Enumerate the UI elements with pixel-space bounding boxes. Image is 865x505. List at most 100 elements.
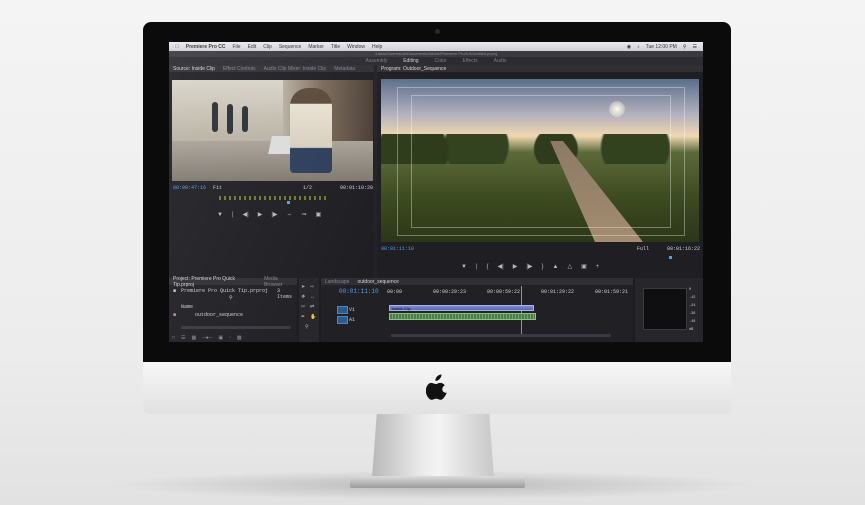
menu-window[interactable]: Window — [347, 44, 365, 50]
tab-source[interactable]: Source: Inside Clip — [173, 66, 215, 72]
lock-icon[interactable]: □ — [172, 335, 175, 341]
mark-in-icon[interactable]: ▼ — [461, 264, 467, 270]
source-resolution-select[interactable]: 1/2 — [303, 185, 312, 191]
step-forward-icon[interactable]: |▶ — [526, 263, 532, 270]
add-icon[interactable]: + — [596, 264, 600, 270]
overwrite-icon[interactable]: ⇒ — [302, 211, 307, 218]
list-view-icon[interactable]: ☰ — [181, 335, 185, 341]
rolling-edit-tool-icon[interactable]: ↔ — [310, 294, 315, 300]
export-frame-icon[interactable]: ▣ — [316, 211, 322, 218]
search-icon[interactable]: ⚲ — [229, 295, 233, 301]
source-timecode-current[interactable]: 00:00:47:16 — [173, 185, 206, 191]
frame-pedestrian — [227, 104, 233, 134]
menubar-clock[interactable]: Tue 12:00 PM — [646, 44, 677, 50]
program-timecode-row: 00:01:11:10 Full 00:01:16:22 — [381, 244, 701, 254]
menu-title[interactable]: Title — [331, 44, 340, 50]
timeline-panel: Landscape outdoor_sequence 00:01:11:10 0… — [321, 278, 633, 342]
workspace-editing[interactable]: Editing — [403, 58, 418, 64]
zoom-tool-icon[interactable]: ⚲ — [305, 324, 310, 330]
project-scrollbar[interactable] — [181, 326, 291, 329]
program-panel-tabs: Program: Outdoor_Sequence — [377, 65, 703, 72]
source-monitor-panel: Source: Inside Clip Effect Controls Audi… — [169, 65, 374, 278]
insert-icon[interactable]: ⇔ — [287, 212, 293, 218]
extract-icon[interactable]: △ — [568, 263, 573, 270]
program-timecode-current[interactable]: 00:01:11:10 — [381, 246, 414, 252]
program-transport: ▼ | { ◀| ▶ |▶ } ▲ △ ▣ + — [461, 263, 600, 271]
program-resolution-select[interactable]: Full — [637, 246, 649, 252]
menu-marker[interactable]: Marker — [308, 44, 324, 50]
camera-icon — [435, 29, 440, 34]
razor-tool-icon[interactable]: ✂ — [301, 304, 306, 310]
project-item[interactable]: outdoor_sequence — [195, 312, 243, 318]
wifi-icon[interactable]: ◉ — [627, 44, 631, 50]
tab-landscape[interactable]: Landscape — [325, 279, 349, 285]
program-playhead[interactable] — [669, 256, 672, 259]
workspace-assembly[interactable]: Assembly — [366, 58, 388, 64]
menu-edit[interactable]: Edit — [248, 44, 257, 50]
icon-view-icon[interactable]: ▦ — [192, 335, 197, 341]
menu-help[interactable]: Help — [372, 44, 382, 50]
go-to-in-icon[interactable]: { — [487, 264, 489, 270]
source-video-frame[interactable] — [172, 80, 373, 181]
column-header-name[interactable]: Name — [181, 304, 193, 310]
source-time-ruler[interactable] — [219, 196, 329, 200]
new-item-icon[interactable]: ▫ — [229, 335, 231, 341]
tab-program[interactable]: Program: Outdoor_Sequence — [381, 66, 446, 72]
export-frame-icon[interactable]: ▣ — [581, 263, 587, 270]
source-timecode-duration: 00:01:10:20 — [340, 185, 374, 191]
track-select-tool-icon[interactable]: ⇨ — [310, 284, 315, 290]
pen-tool-icon[interactable]: ✒ — [301, 314, 306, 320]
source-zoom-select[interactable]: Fit — [213, 185, 222, 191]
app-menu[interactable]: Premiere Pro CC — [186, 44, 226, 50]
meter-scale-12: -12 — [689, 296, 696, 300]
ripple-edit-tool-icon[interactable]: ❖ — [301, 294, 306, 300]
search-icon[interactable]: ⚲ — [683, 44, 687, 50]
program-video-frame[interactable] — [381, 79, 699, 242]
tab-metadata[interactable]: Metadata — [334, 66, 355, 72]
lift-icon[interactable]: ▲ — [553, 264, 559, 270]
tools-panel: ➤ ⇨ ❖ ↔ ✂ ⇄ ✒ ✋ ⚲ — [299, 278, 319, 342]
selection-tool-icon[interactable]: ➤ — [301, 284, 306, 290]
audio-clip[interactable] — [389, 313, 536, 320]
timeline-scrollbar[interactable] — [391, 334, 611, 337]
project-panel-tabs: Project: Premiere Pro Quick Tip.prproj M… — [169, 276, 297, 288]
workspace-effects[interactable]: Effects — [462, 58, 477, 64]
step-back-icon[interactable]: ◀| — [243, 211, 249, 218]
ruler-label-0: 00:00 — [387, 289, 403, 295]
video-clip[interactable]: Inside Clip — [389, 305, 534, 311]
imac-stand — [372, 412, 494, 478]
mark-out-icon[interactable]: | — [232, 212, 234, 218]
menu-sequence[interactable]: Sequence — [279, 44, 302, 50]
workspace-color[interactable]: Color — [435, 58, 447, 64]
timeline-timecode[interactable]: 00:01:11:10 — [339, 288, 379, 295]
menu-clip[interactable]: Clip — [263, 44, 272, 50]
source-playhead[interactable] — [287, 201, 290, 204]
list-icon[interactable]: ☰ — [693, 44, 697, 50]
apple-menu-icon[interactable]:  — [175, 44, 179, 50]
meter-scale-36: -36 — [689, 312, 696, 316]
tab-audio-clip-mixer[interactable]: Audio Clip Mixer: Inside Clip — [264, 66, 327, 72]
tab-project[interactable]: Project: Premiere Pro Quick Tip.prproj — [173, 276, 256, 288]
play-icon[interactable]: ▶ — [258, 211, 263, 218]
tab-effect-controls[interactable]: Effect Controls — [223, 66, 256, 72]
mark-in-icon[interactable]: ▼ — [217, 212, 223, 218]
sequence-icon: ■ — [173, 312, 177, 318]
hand-tool-icon[interactable]: ✋ — [310, 314, 316, 320]
step-forward-icon[interactable]: |▶ — [271, 211, 277, 218]
mark-out-icon[interactable]: | — [476, 264, 478, 270]
track-target-a1[interactable] — [337, 316, 348, 324]
trash-icon[interactable]: ▩ — [237, 335, 242, 341]
source-timecode-row: 00:00:47:16 Fit 1/2 00:01:10:20 — [173, 183, 373, 193]
new-bin-icon[interactable]: ▣ — [218, 335, 223, 341]
tab-media-browser[interactable]: Media Browser — [264, 276, 297, 288]
track-target-v1[interactable] — [337, 306, 348, 314]
tab-outdoor-sequence[interactable]: outdoor_sequence — [357, 279, 398, 285]
slip-tool-icon[interactable]: ⇄ — [310, 304, 315, 310]
step-back-icon[interactable]: ◀| — [498, 263, 504, 270]
play-icon[interactable]: ▶ — [513, 263, 518, 270]
volume-icon[interactable]: ♪ — [637, 44, 640, 50]
zoom-slider[interactable]: ─●─ — [202, 335, 212, 341]
go-to-out-icon[interactable]: } — [542, 264, 544, 270]
workspace-audio[interactable]: Audio — [494, 58, 507, 64]
menu-file[interactable]: File — [233, 44, 241, 50]
